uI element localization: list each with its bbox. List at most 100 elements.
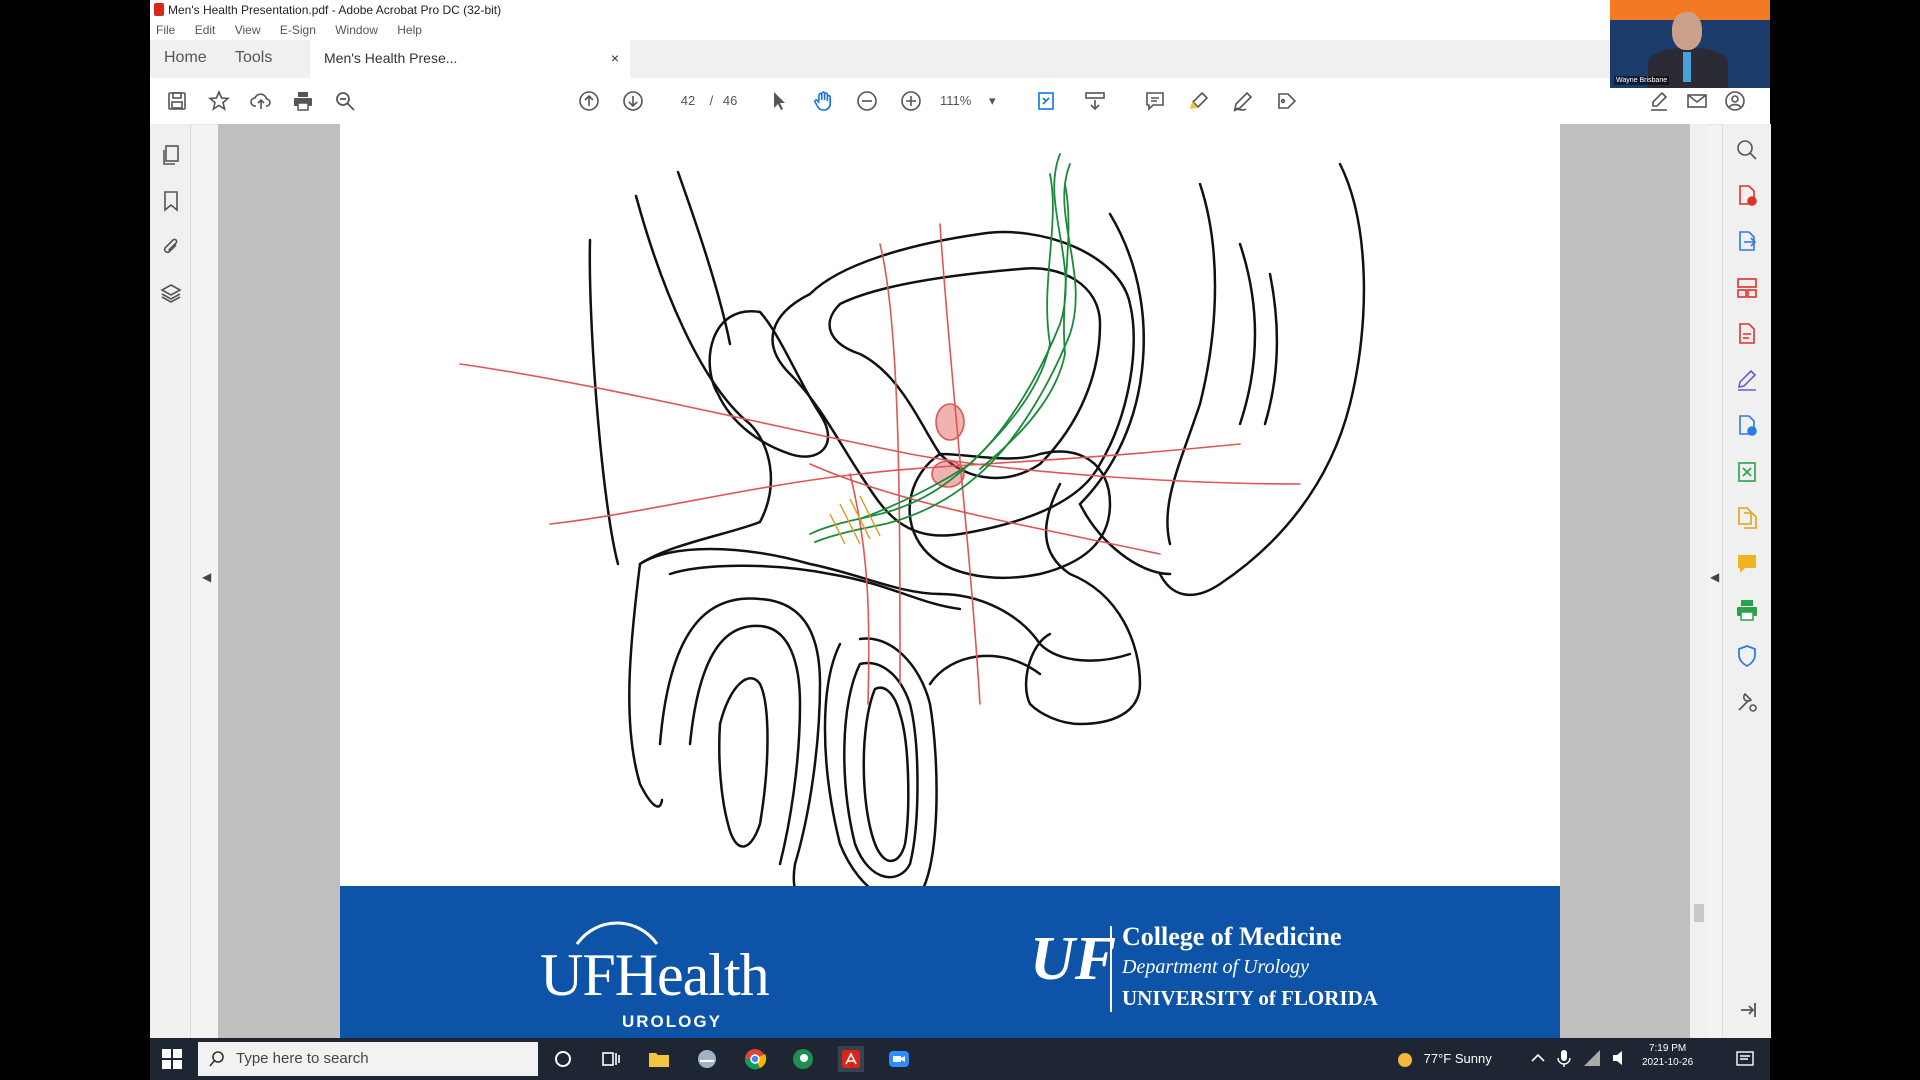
zoom-dropdown[interactable]: 111% ▾ [940,88,995,114]
organize-pages-icon[interactable] [1735,276,1759,300]
window-title: Men's Health Presentation.pdf - Adobe Ac… [168,3,502,17]
presenter-tie [1683,52,1691,82]
fill-sign-icon[interactable] [1735,368,1759,392]
protect-shield-icon[interactable] [1735,644,1759,668]
attachments-paperclip-icon[interactable] [160,236,182,258]
menu-edit[interactable]: Edit [195,20,216,40]
menu-bar: File Edit View E-Sign Window Help [150,20,1770,40]
network-icon[interactable] [1582,1048,1602,1068]
title-bar: Men's Health Presentation.pdf - Adobe Ac… [150,0,1770,20]
pdf-page: UFHealth UROLOGY UF College of Medicine … [340,124,1560,1038]
page-separator: / [709,93,714,108]
main-toolbar: 42 / 46 111% ▾ [150,78,1770,125]
task-view-icon[interactable] [598,1046,624,1072]
tab-close-icon[interactable]: × [600,40,630,76]
windows-start-icon[interactable] [162,1049,182,1069]
email-icon[interactable] [1684,88,1710,114]
tab-home[interactable]: Home [164,40,207,78]
collapse-left-pane-icon[interactable]: ◀ [202,570,211,584]
page-navigator: 42 / 46 [670,88,738,114]
menu-file[interactable]: File [156,20,175,40]
zoom-in-icon[interactable] [898,88,924,114]
zoom-meeting-icon[interactable] [886,1046,912,1072]
volume-icon[interactable] [1610,1048,1630,1068]
right-tools-pane [1722,124,1771,1038]
clock-date: 2021-10-26 [1642,1057,1694,1068]
collapse-right-pane-icon[interactable]: ◀ [1710,570,1719,584]
more-tools-icon[interactable] [1735,690,1759,714]
logo-divider [1110,926,1112,1012]
zoom-out-icon[interactable] [854,88,880,114]
save-icon[interactable] [164,88,190,114]
page-number-input[interactable]: 42 [670,88,706,114]
tab-bar: Home Tools Men's Health Prese... × [150,40,1770,79]
layers-icon[interactable] [160,282,182,304]
notification-center-icon[interactable] [1734,1048,1756,1070]
menu-esign[interactable]: E-Sign [280,20,316,40]
combine-files-icon[interactable] [1735,506,1759,530]
send-for-review-icon[interactable] [1735,414,1759,438]
next-page-icon[interactable] [620,88,646,114]
weather-widget[interactable]: 77°F Sunny [1398,1038,1492,1080]
export-pdf-icon[interactable] [1735,230,1759,254]
expand-pane-icon[interactable] [1735,998,1759,1022]
anatomy-drawing [459,153,1366,886]
chevron-down-icon: ▾ [988,93,996,108]
taskbar-search-input[interactable]: Type here to search [198,1042,538,1076]
search-icon [209,1051,224,1067]
stamp-tag-icon[interactable] [1274,88,1300,114]
edge-app-icon[interactable] [790,1046,816,1072]
file-explorer-icon[interactable] [646,1046,672,1072]
excel-export-icon[interactable] [1735,460,1759,484]
weather-text: 77°F Sunny [1423,1051,1492,1066]
menu-help[interactable]: Help [397,20,422,40]
urology-subtitle: UROLOGY [622,1012,722,1031]
hand-tool-icon[interactable] [810,88,836,114]
bookmark-star-icon[interactable] [206,88,232,114]
acrobat-taskbar-icon[interactable] [838,1046,864,1072]
video-call-tile: Wayne Brisbane [1610,0,1770,88]
tab-tools[interactable]: Tools [235,40,272,78]
presenter-name: Wayne Brisbane [1614,76,1670,85]
search-placeholder: Type here to search [236,1050,369,1067]
sun-icon [1398,1052,1412,1067]
left-navigation-pane [150,124,191,1038]
system-clock[interactable]: 7:19 PM 2021-10-26 [1642,1042,1693,1070]
comment-icon[interactable] [1142,88,1168,114]
microphone-icon[interactable] [1554,1048,1574,1068]
scrollbar-thumb[interactable] [1694,904,1704,922]
department-text: Department of Urology [1122,956,1310,978]
sign-icon[interactable] [1646,88,1672,114]
page-thumbnails-icon[interactable] [160,144,182,166]
draw-pen-icon[interactable] [1230,88,1256,114]
red-ink-lines [459,223,1301,705]
clock-time: 7:19 PM [1648,1043,1687,1054]
tab-document[interactable]: Men's Health Prese... × [310,40,630,78]
page-total: 46 [722,93,738,108]
weather-app-icon[interactable] [694,1046,720,1072]
presenter-face [1672,12,1702,50]
tray-chevron-up-icon[interactable] [1528,1048,1548,1068]
highlighter-icon[interactable] [1186,88,1212,114]
share-user-icon[interactable] [1722,88,1748,114]
create-pdf-icon[interactable] [1735,184,1759,208]
cortana-icon[interactable] [550,1046,576,1072]
select-cursor-icon[interactable] [766,88,792,114]
zoom-search-icon[interactable] [332,88,358,114]
bookmarks-icon[interactable] [160,190,182,212]
scroll-mode-icon[interactable] [1082,88,1108,114]
fit-page-icon[interactable] [1034,88,1060,114]
print-production-icon[interactable] [1735,598,1759,622]
uf-monogram: UF [1030,925,1117,993]
comment-tool-icon[interactable] [1735,552,1759,576]
cloud-upload-icon[interactable] [248,88,274,114]
menu-window[interactable]: Window [335,20,378,40]
print-icon[interactable] [290,88,316,114]
search-zoom-icon[interactable] [1735,138,1759,162]
vertical-scrollbar[interactable] [1690,124,1708,1038]
previous-page-icon[interactable] [576,88,602,114]
chrome-icon[interactable] [742,1046,768,1072]
menu-view[interactable]: View [235,20,261,40]
zoom-value: 111% [940,93,972,108]
edit-pdf-icon[interactable] [1735,322,1759,346]
